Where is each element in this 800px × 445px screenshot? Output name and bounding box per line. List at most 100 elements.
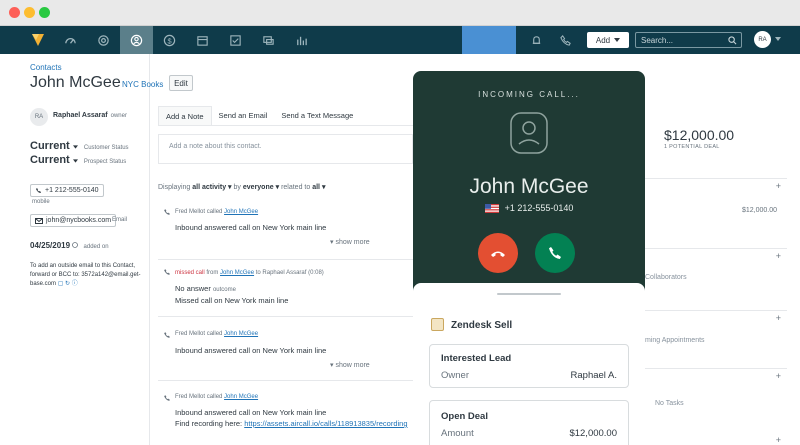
note-input[interactable]: Add a note about this contact. [158, 134, 413, 164]
feed-item: Fred Mellot called John McGee Inbound an… [158, 388, 413, 445]
feed-target-link[interactable]: John McGee [224, 209, 258, 215]
maximize-window-button[interactable] [39, 7, 50, 18]
caller-name: John McGee [469, 175, 589, 198]
hang-up-icon [491, 251, 505, 257]
decline-call-button[interactable] [478, 233, 518, 273]
leads-icon[interactable] [87, 26, 120, 54]
tab-send-text[interactable]: Send a Text Message [274, 106, 360, 125]
breadcrumb[interactable]: Contacts [30, 63, 62, 72]
feed-meta: Fred Mellot called John McGee [175, 331, 258, 337]
nav-active-call-indicator[interactable] [462, 26, 516, 54]
feed-meta: Fred Mellot called John McGee [175, 394, 258, 400]
feed-target-link[interactable]: John McGee [220, 270, 254, 276]
close-window-button[interactable] [9, 7, 20, 18]
recording-prefix: Find recording here: [175, 419, 243, 428]
related-filter-dropdown[interactable]: all ▾ [312, 184, 325, 191]
tab-add-note[interactable]: Add a Note [158, 106, 212, 125]
filter-related: related to [281, 184, 311, 191]
integration-name: Zendesk Sell [451, 320, 513, 331]
bcc-instructions: To add an outside email to this Contact,… [30, 262, 148, 289]
copy-icon[interactable]: ▢ [58, 281, 64, 287]
feed-meta: Fred Mellot called John McGee [175, 209, 258, 215]
outcome-label: outcome [212, 287, 236, 293]
user-avatar[interactable]: RA [754, 31, 771, 48]
tasks-icon[interactable] [219, 26, 252, 54]
show-more-link[interactable]: ▾ show more [330, 361, 370, 369]
feed-from: from [206, 270, 219, 276]
add-task-icon[interactable]: + [776, 371, 781, 381]
accept-call-button[interactable] [535, 233, 575, 273]
tab-send-email[interactable]: Send an Email [212, 106, 275, 125]
phone-chip[interactable]: +1 212-555-0140 [30, 184, 104, 197]
company-link[interactable]: NYC Books [122, 80, 163, 89]
owner-name[interactable]: Raphael Assaraf owner [53, 112, 127, 119]
feed-target-link[interactable]: John McGee [224, 331, 258, 337]
sheet-drag-handle[interactable] [497, 293, 561, 295]
owner-avatar: RA [30, 108, 48, 126]
dashboard-icon[interactable] [54, 26, 87, 54]
phone-number: +1 212-555-0140 [45, 187, 99, 194]
edit-button[interactable]: Edit [169, 75, 193, 91]
appointments-label: ming Appointments [645, 337, 705, 344]
show-more-link[interactable]: ▾ show more [330, 238, 370, 246]
lead-card[interactable]: Interested Lead Owner Raphael A. [429, 344, 629, 388]
add-deal-icon[interactable]: + [776, 181, 781, 191]
deal-amount-value: $12,000.00 [569, 428, 617, 439]
filter-prefix: Displaying [158, 184, 191, 191]
add-collaborator-icon[interactable]: + [776, 251, 781, 261]
prospect-status-value: Current [30, 154, 70, 166]
prospect-status-label: Prospect Status [83, 159, 127, 165]
call-title: INCOMING CALL... [478, 90, 580, 99]
prospect-status-dropdown[interactable]: Current Prospect Status [30, 154, 126, 166]
phone-type: mobile [32, 199, 50, 205]
minimize-window-button[interactable] [24, 7, 35, 18]
tasks-label: No Tasks [655, 400, 684, 407]
feed-actor: Fred Mellot [175, 209, 206, 215]
phone-icon[interactable] [549, 26, 582, 54]
email-address: john@nycbooks.com [46, 217, 112, 224]
clock-icon [72, 242, 79, 248]
filter-by: by [233, 184, 241, 191]
feed-target-link[interactable]: John McGee [224, 394, 258, 400]
chevron-down-icon [72, 145, 78, 149]
recording-link[interactable]: https://assets.aircall.io/calls/11891383… [244, 419, 407, 428]
add-appointment-icon[interactable]: + [776, 313, 781, 323]
customer-status-dropdown[interactable]: Current Customer Status [30, 140, 129, 152]
chevron-down-icon[interactable] [775, 37, 781, 41]
page-title: John McGee [30, 74, 121, 91]
phone-icon [164, 395, 170, 401]
help-icon[interactable]: ⓘ [72, 281, 78, 287]
note-placeholder: Add a note about this contact. [169, 143, 262, 150]
caller-phone-number: +1 212-555-0140 [504, 203, 574, 213]
deal-row-value[interactable]: $12,000.00 [742, 207, 777, 214]
us-flag-icon [484, 203, 499, 213]
refresh-icon[interactable]: ↻ [65, 281, 70, 287]
feed-to: to Raphael Assaraf (0:08) [255, 270, 324, 276]
lead-owner-label: Owner [441, 370, 469, 381]
reports-icon[interactable] [285, 26, 318, 54]
added-date-value: 04/25/2019 [30, 241, 71, 250]
add-button-label: Add [595, 35, 611, 45]
phone-icon [549, 247, 561, 259]
phone-icon [164, 209, 170, 215]
user-filter-value: everyone [242, 184, 274, 191]
email-chip[interactable]: john@nycbooks.com [30, 214, 117, 227]
email-icon [35, 217, 43, 224]
app-logo-icon[interactable] [30, 32, 46, 48]
add-item-icon[interactable]: + [776, 435, 781, 445]
add-button[interactable]: Add [587, 32, 629, 48]
deal-card[interactable]: Open Deal Amount $12,000.00 [429, 400, 629, 445]
contacts-icon[interactable] [120, 26, 153, 54]
activity-filter-dropdown[interactable]: all activity ▾ [192, 184, 231, 191]
user-filter-dropdown[interactable]: everyone ▾ [243, 184, 279, 191]
communication-icon[interactable] [252, 26, 285, 54]
calendar-icon[interactable] [186, 26, 219, 54]
feed-text: Inbound answered call on New York main l… [175, 223, 327, 232]
feed-item: Fred Mellot called John McGee Inbound an… [158, 203, 413, 260]
added-date-label: added on [83, 244, 109, 250]
deals-icon[interactable]: $ [153, 26, 186, 54]
feed-verb: called [206, 394, 223, 400]
deal-amount-label: Amount [441, 428, 474, 439]
search-input[interactable]: Search... [635, 32, 742, 48]
feed-verb: called [206, 209, 223, 215]
